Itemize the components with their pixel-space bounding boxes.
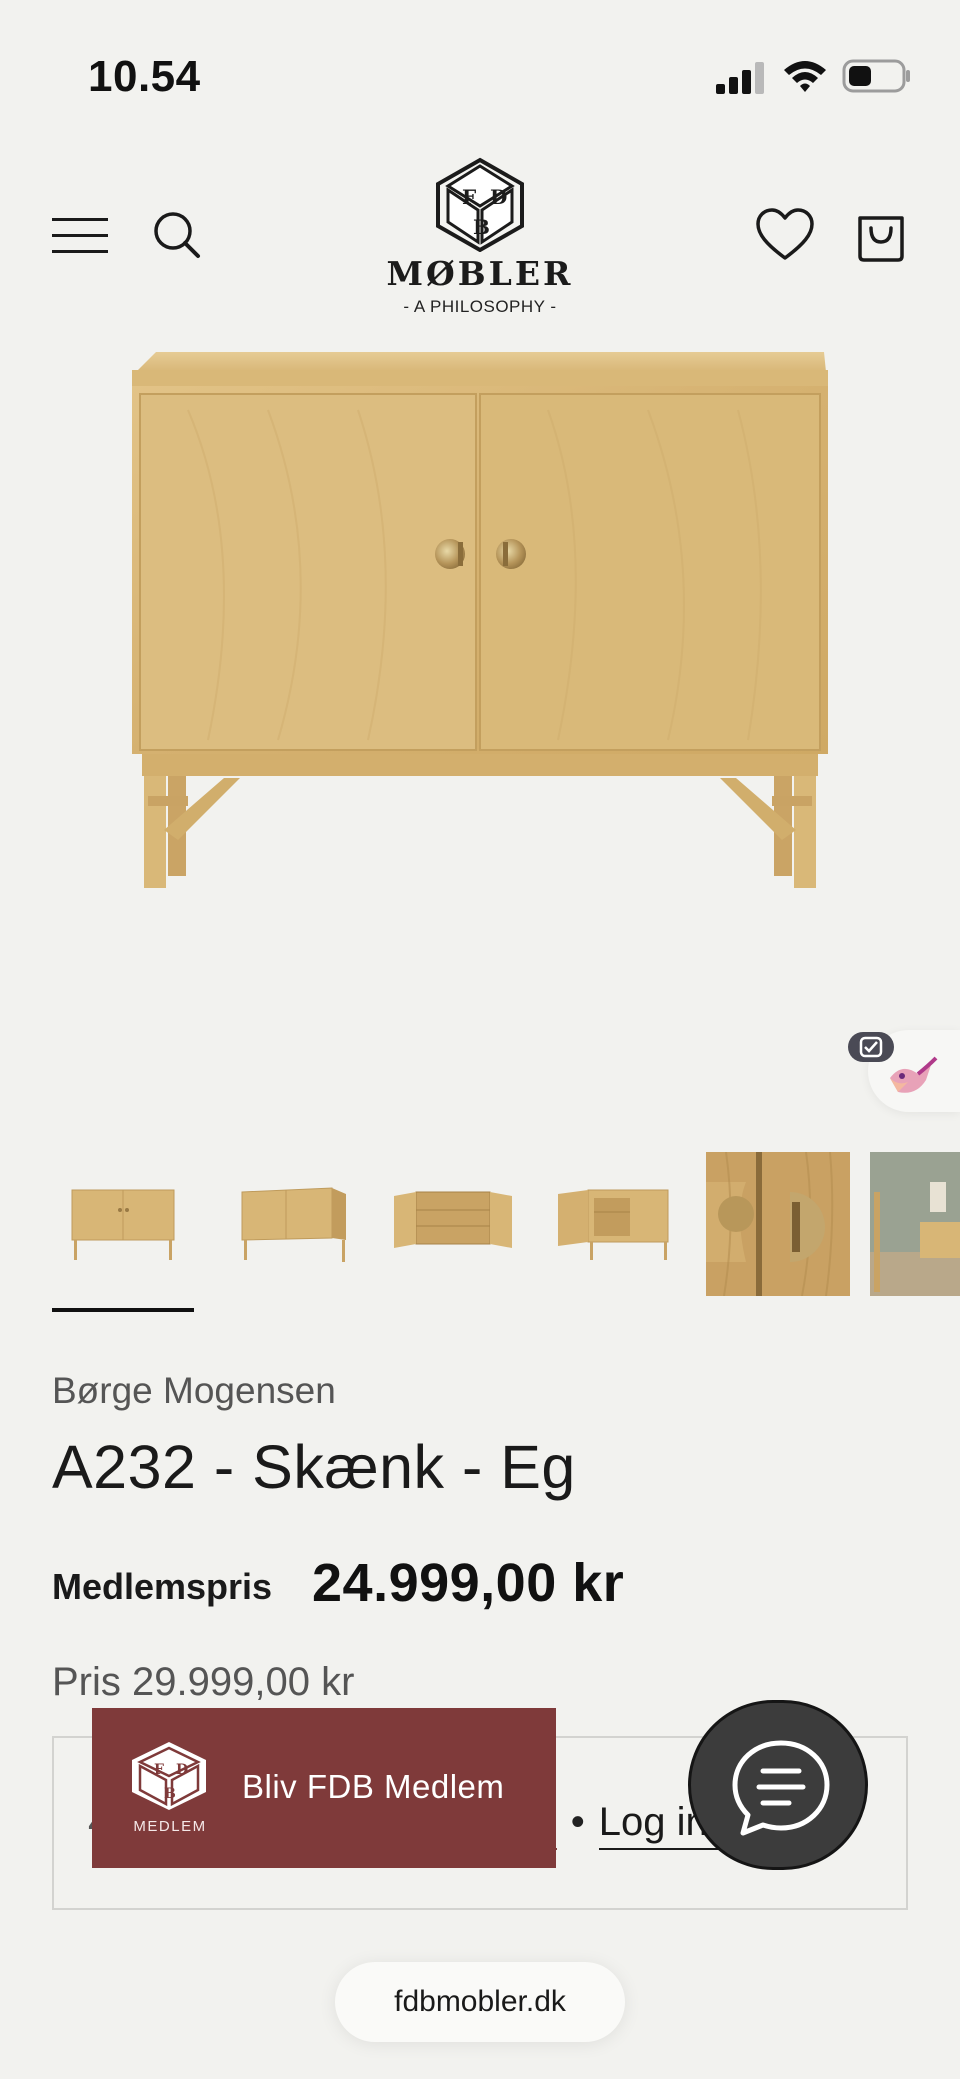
bird-icon	[890, 1056, 938, 1093]
fdb-member-banner[interactable]: F D B MEDLEM Bliv FDB Medlem	[92, 1708, 556, 1868]
chat-icon	[732, 1740, 830, 1836]
site-header: F D B MØBLER - A PHILOSOPHY -	[0, 150, 960, 330]
status-time: 10.54	[88, 52, 201, 101]
logo-letter-f: F	[462, 185, 476, 209]
thumbnail-interior[interactable]	[870, 1152, 960, 1296]
thumbnail-front[interactable]	[52, 1152, 194, 1296]
thumbnail-open-angled[interactable]	[548, 1152, 690, 1296]
member-price: 24.999,00 kr	[312, 1553, 625, 1613]
link-separator: •	[570, 1800, 585, 1844]
brand-logo[interactable]: F D B MØBLER - A PHILOSOPHY -	[380, 156, 580, 326]
logo-letter-b: B	[473, 215, 490, 239]
fdb-logo-caption: MEDLEM	[133, 1818, 207, 1835]
sideboard-image	[132, 352, 828, 888]
bag-icon[interactable]	[856, 208, 906, 262]
logo-name: MØBLER	[386, 254, 574, 293]
status-bar: 10.54	[0, 0, 960, 150]
product-title: A232 - Skænk - Eg	[52, 1433, 576, 1501]
logo-letter-d: D	[490, 185, 507, 209]
logo-tagline: - A PHILOSOPHY -	[403, 297, 557, 316]
thumbnail-selected-indicator	[52, 1308, 194, 1312]
fdb-logo-mark: F D B	[436, 157, 524, 252]
battery-icon	[842, 59, 910, 93]
fdb-member-logo: F D B	[132, 1742, 206, 1810]
fdb-letter-b: B	[164, 1786, 176, 1802]
member-price-label: Medlemspris	[52, 1566, 273, 1607]
thumbnail-open-doors[interactable]	[382, 1152, 524, 1296]
product-hero-image[interactable]	[0, 330, 960, 1112]
thumbnail-handle-detail[interactable]	[706, 1152, 850, 1296]
signal-icon	[716, 62, 764, 94]
thumbnail-angled[interactable]	[222, 1152, 364, 1296]
product-designer[interactable]: Børge Mogensen	[52, 1370, 336, 1412]
regular-price: Pris 29.999,00 kr	[52, 1660, 355, 1704]
floating-widget[interactable]	[848, 1030, 960, 1112]
thumbnail-strip	[0, 1152, 960, 1312]
menu-icon[interactable]	[52, 216, 108, 256]
chat-button[interactable]	[688, 1700, 868, 1870]
heart-icon[interactable]	[756, 208, 814, 262]
fdb-banner-title: Bliv FDB Medlem	[242, 1768, 505, 1805]
search-icon[interactable]	[152, 210, 202, 260]
browser-url-bar[interactable]: fdbmobler.dk	[335, 1962, 625, 2042]
fdb-letter-d: D	[176, 1762, 188, 1778]
fdb-letter-f: F	[154, 1762, 164, 1778]
wifi-icon	[784, 61, 826, 92]
